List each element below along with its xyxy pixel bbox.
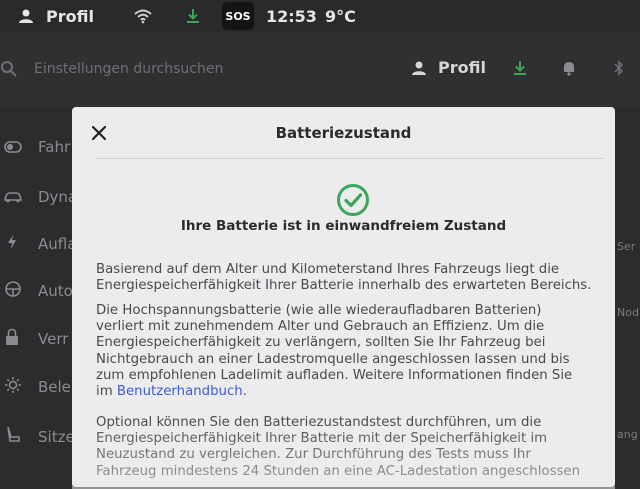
header-profile-icon[interactable] [411,60,427,80]
right-fragment-3: ang [617,428,638,441]
right-fragment-1: Ser [617,240,636,253]
header-divider [96,158,604,159]
paragraph-capacity: Basierend auf dem Alter und Kilometersta… [96,262,592,294]
sidebar-item-fahr[interactable]: Fahr [0,127,72,167]
owners-manual-link[interactable]: Benutzerhandbuch [117,384,243,399]
sos-button[interactable]: SOS [222,2,254,30]
sun-icon [4,376,22,398]
settings-sidebar: Fahr Dyna Aufla Auto Verr Bele Sitze [0,107,77,480]
paragraph-battery-test: Optional können Sie den Batteriezustands… [96,415,581,479]
bell-icon[interactable] [562,60,576,80]
dialog-header: Batteriezustand [72,107,615,157]
search-input[interactable]: Einstellungen durchsuchen [34,61,223,77]
dialog-title: Batteriezustand [275,124,412,142]
sidebar-item-beleuchtung[interactable]: Bele [0,367,72,407]
sidebar-item-autopilot[interactable]: Auto [0,271,73,311]
bluetooth-icon[interactable] [614,60,624,80]
header-profile-label[interactable]: Profil [438,58,486,77]
toggle-icon [4,138,22,157]
sidebar-item-dyna[interactable]: Dyna [0,177,77,217]
profile-icon[interactable] [18,0,34,32]
profile-label[interactable]: Profil [46,0,94,32]
temperature: 9°C [325,6,356,26]
wifi-icon [134,0,152,32]
bolt-icon [6,234,18,254]
status-bar: Profil SOS 12:53 9°C [0,0,640,32]
sidebar-item-verriegelung[interactable]: Verr [0,319,72,359]
battery-health-dialog: Batteriezustand Ihre Batterie ist in ein… [72,107,615,489]
car-icon [3,188,23,207]
lock-icon [5,328,19,350]
battery-status-heading: Ihre Batterie ist in einwandfreiem Zusta… [180,218,507,234]
check-circle-icon [337,184,369,216]
sidebar-item-aufladen[interactable]: Aufla [0,224,76,264]
header-download-icon[interactable] [512,60,528,80]
search-icon[interactable] [0,59,18,79]
steering-wheel-icon [4,280,22,302]
sidebar-item-sitze[interactable]: Sitze [0,417,75,457]
paragraph-efficiency: Die Hochspannungsbatterie (wie alle wied… [96,303,573,400]
download-icon[interactable] [185,0,201,32]
clock: 12:53 [266,6,317,26]
right-fragment-2: Nod [617,306,639,319]
seat-icon [5,426,21,448]
